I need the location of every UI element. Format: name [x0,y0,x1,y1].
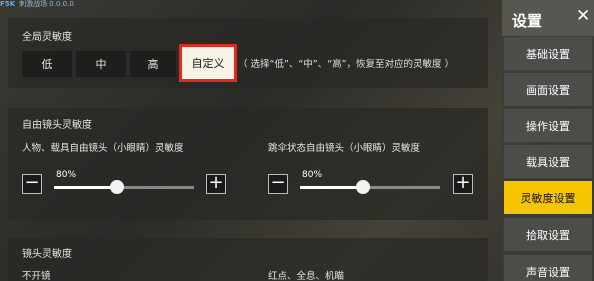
vehicle-slider-knob[interactable] [109,180,124,194]
sensitivity-hint: （ 选择“低”、“中”、“高”，恢复至对应的灵敏度 ） [238,59,455,70]
parachute-free-camera-label: 跳伞状态自由镜头（小眼睛）灵敏度 [268,143,421,154]
camera-sensitivity-title: 镜头灵敏度 [22,249,72,260]
sidebar-item-pickup[interactable]: 拾取设置 [504,218,592,251]
sidebar-item-basic[interactable]: 基础设置 [504,37,592,70]
sensitivity-custom-button[interactable]: 自定义 [179,44,237,82]
settings-title: 设置 [512,12,543,30]
window-titlebar: F5K 刺激战场 0.0.0.0 [0,0,120,9]
sidebar-item-controls[interactable]: 操作设置 [504,109,592,142]
parachute-sensitivity-value: 80% [302,170,323,180]
global-sensitivity-title: 全局灵敏度 [22,32,72,43]
sidebar-header: 设置 ✕ [502,0,594,36]
settings-sidebar: 设置 ✕ 基础设置 画面设置 操作设置 载具设置 灵敏度设置 拾取设置 声音设置 [502,0,594,281]
app-title: 刺激战场 0.0.0.0 [19,0,74,8]
sidebar-item-graphics[interactable]: 画面设置 [504,73,592,106]
vehicle-slider-fill [54,186,117,189]
free-camera-title: 自由镜头灵敏度 [22,120,92,131]
parachute-sensitivity-slider[interactable] [300,180,440,194]
parachute-decrease-button[interactable]: − [268,174,288,194]
vehicle-free-camera-label: 人物、载具自由镜头（小眼睛）灵敏度 [22,143,184,154]
vehicle-increase-button[interactable]: + [206,174,226,194]
app-logo: F5K [0,0,16,8]
close-icon[interactable]: ✕ [576,6,590,26]
settings-screen: F5K 刺激战场 0.0.0.0 全局灵敏度 低 中 高 自定义 （ 选择“低”… [0,0,594,281]
parachute-slider-knob[interactable] [355,180,370,194]
sidebar-item-vehicle[interactable]: 载具设置 [504,145,592,178]
sensitivity-low-button[interactable]: 低 [22,51,72,77]
parachute-increase-button[interactable]: + [453,174,473,194]
sensitivity-mid-button[interactable]: 中 [76,51,126,77]
no-scope-label: 不开镜 [22,271,51,281]
parachute-slider-fill [300,186,363,189]
vehicle-sensitivity-value: 80% [56,170,77,180]
camera-sensitivity-panel [8,238,488,281]
red-dot-label: 红点、全息、机瞄 [268,271,345,281]
sidebar-item-sensitivity[interactable]: 灵敏度设置 [504,181,592,214]
vehicle-decrease-button[interactable]: − [22,174,42,194]
sidebar-item-audio[interactable]: 声音设置 [504,255,592,281]
vehicle-sensitivity-slider[interactable] [54,180,194,194]
sensitivity-high-button[interactable]: 高 [130,51,176,77]
